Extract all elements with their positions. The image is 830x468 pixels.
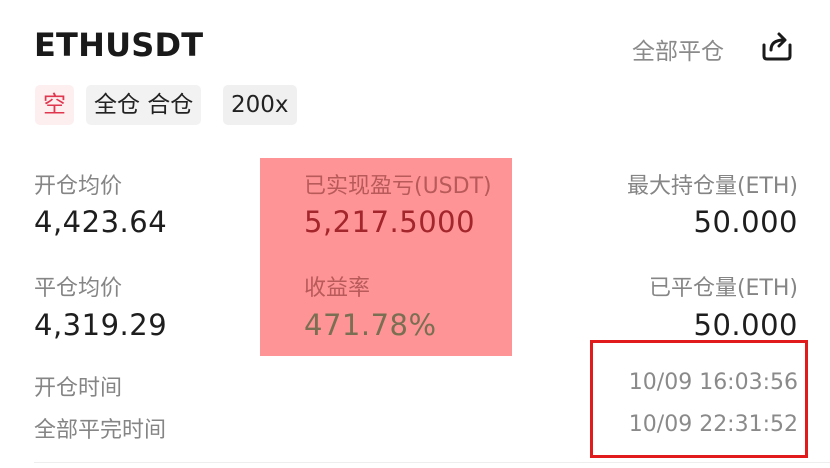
avg-close-price-label: 平仓均价 xyxy=(34,276,123,301)
share-icon xyxy=(762,32,792,61)
closed-qty-value: 50.000 xyxy=(693,308,798,342)
roe-label: 收益率 xyxy=(304,276,371,301)
closed-qty-label: 已平仓量(ETH) xyxy=(648,276,798,301)
close-all-button[interactable]: 全部平仓 xyxy=(632,32,724,66)
realized-pnl-label: 已实现盈亏(USDT) xyxy=(304,174,492,199)
roe-value: 471.78% xyxy=(304,308,437,342)
max-position-value: 50.000 xyxy=(693,205,798,239)
annotation-box xyxy=(590,340,808,458)
leverage-tag: 200x xyxy=(223,85,297,125)
full-close-time-label: 全部平完时间 xyxy=(34,418,167,443)
side-tag: 空 xyxy=(35,85,74,125)
realized-pnl-value: 5,217.5000 xyxy=(304,205,476,239)
max-position-label: 最大持仓量(ETH) xyxy=(626,174,798,199)
margin-mode-tag: 全仓 合仓 xyxy=(86,85,202,125)
open-time-label: 开仓时间 xyxy=(34,376,123,401)
avg-close-price-value: 4,319.29 xyxy=(34,308,168,342)
avg-open-price-value: 4,423.64 xyxy=(34,205,168,239)
avg-open-price-label: 开仓均价 xyxy=(34,174,123,199)
divider xyxy=(34,462,830,463)
share-button[interactable] xyxy=(760,29,794,63)
symbol-title: ETHUSDT xyxy=(34,26,204,64)
